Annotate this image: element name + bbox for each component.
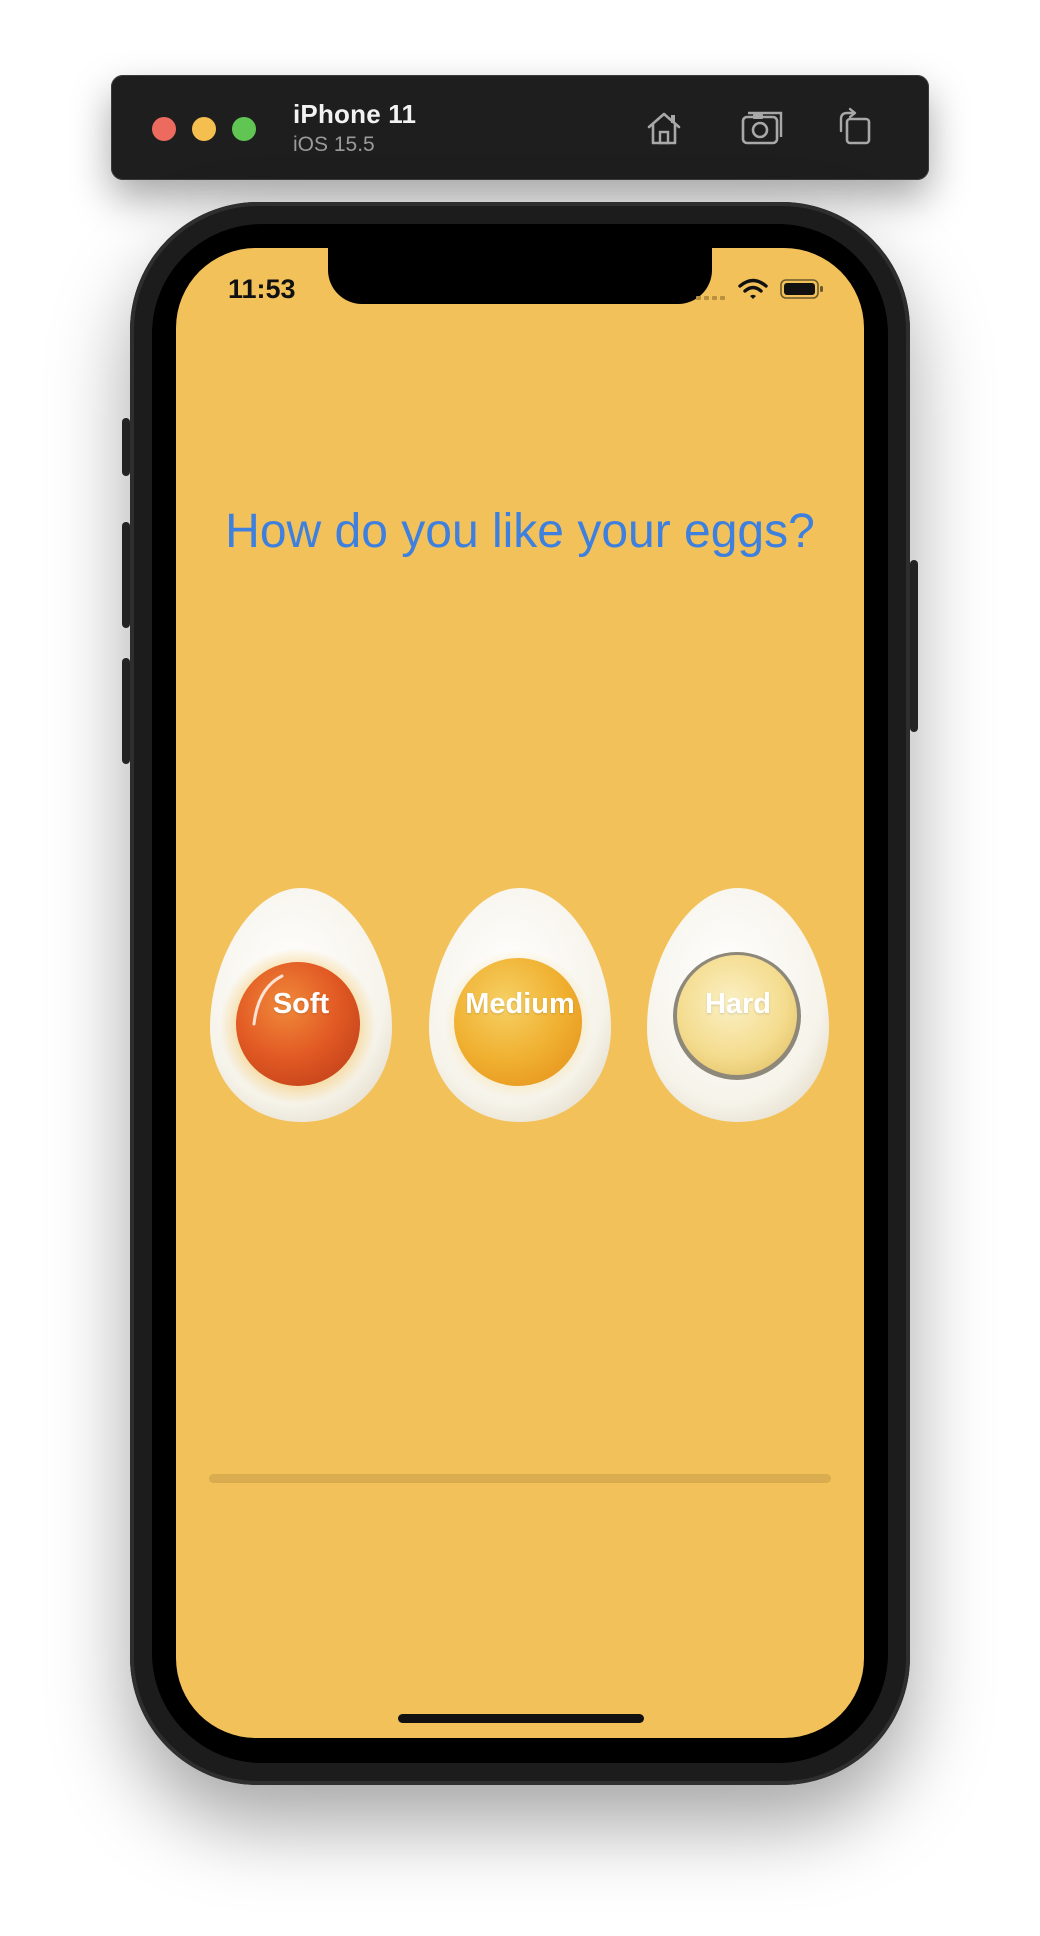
hard-egg-button[interactable]: Hard — [647, 888, 829, 1122]
status-time: 11:53 — [228, 274, 296, 304]
home-icon[interactable] — [641, 105, 687, 151]
screenshot-icon[interactable] — [739, 105, 785, 151]
app-screen: 11:53 How do you like your eggs? Soft Me… — [176, 248, 864, 1738]
progress-bar — [209, 1474, 831, 1483]
soft-egg-button[interactable]: Soft — [210, 888, 392, 1122]
cellular-signal-icon — [696, 296, 725, 300]
simulator-toolbar: iPhone 11 iOS 15.5 — [111, 75, 929, 180]
soft-egg-label: Soft — [272, 988, 330, 1020]
volume-down-button — [122, 658, 130, 764]
os-version: iOS 15.5 — [293, 133, 375, 156]
home-indicator[interactable] — [398, 1714, 644, 1723]
page-title: How do you like your eggs? — [225, 505, 815, 558]
minimize-window-button[interactable] — [192, 117, 216, 141]
device-name: iPhone 11 — [293, 99, 417, 129]
medium-egg-label: Medium — [465, 988, 575, 1020]
volume-up-button — [122, 522, 130, 628]
status-icons — [696, 278, 836, 304]
power-button — [910, 560, 918, 732]
mute-switch — [122, 418, 130, 476]
battery-icon — [780, 279, 823, 299]
wifi-icon — [738, 278, 768, 299]
zoom-window-button[interactable] — [232, 117, 256, 141]
notch — [328, 248, 712, 304]
egg-options: Soft Medium Hard — [176, 888, 864, 1124]
simulator-window: iPhone 11 iOS 15.5 11:53 How do you like… — [0, 0, 1040, 1936]
close-window-button[interactable] — [152, 117, 176, 141]
medium-egg-button[interactable]: Medium — [429, 888, 611, 1122]
hard-egg-label: Hard — [704, 988, 772, 1020]
rotate-icon[interactable] — [831, 105, 877, 151]
